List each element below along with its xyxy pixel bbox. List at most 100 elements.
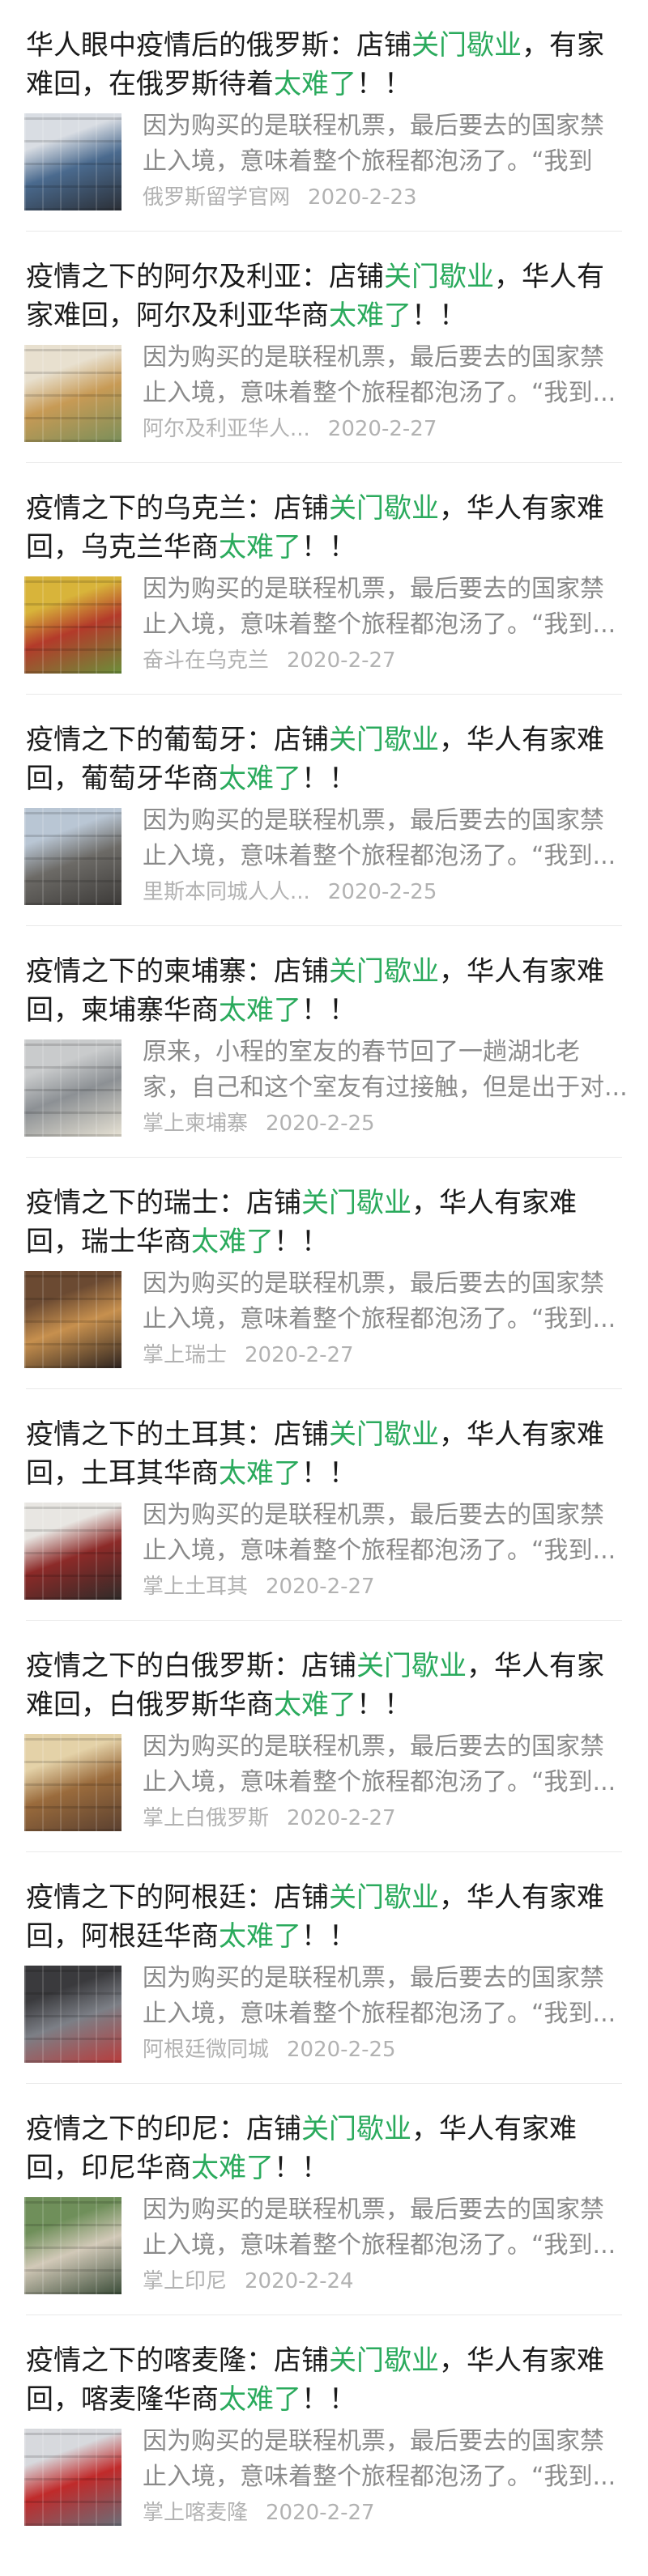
title-highlight: 关门歇业 [356,1650,467,1682]
thumbnail-image [24,808,122,905]
summary-line: 因为购买的是联程机票，最后要去的国家禁 [143,343,604,372]
title-text: ！！ [274,1226,329,1258]
article-meta: 阿尔及利亚华人... 2020-2-27 [143,413,437,445]
article-item[interactable]: 疫情之下的乌克兰：店铺关门歇业，华人有家难 回，乌克兰华商太难了！！ 因为购买的是联… [0,463,648,695]
article-meta: 里斯本同城人人... 2020-2-25 [143,876,437,908]
title-text: 回，印尼华商 [26,2152,191,2184]
article-source: 掌上印尼 [143,2269,228,2293]
thumbnail-image [24,1271,122,1368]
article-item[interactable]: 疫情之下的印尼：店铺关门歇业，华人有家难 回，印尼华商太难了！！ 因为购买的是联程机… [0,2084,648,2315]
summary-line: 止入境，意味着整个旅程都泡汤了。“我到... [143,842,616,870]
title-text: 回，瑞士华商 [26,1226,191,1258]
title-text: ，华人有 [494,261,604,293]
article-date: 2020-2-25 [327,880,437,904]
article-summary: 因为购买的是联程机票，最后要去的国家禁 止入境，意味着整个旅程都泡汤了。“我到..… [143,1498,637,1569]
summary-line: 因为购买的是联程机票，最后要去的国家禁 [143,2196,604,2224]
article-list: 华人眼中疫情后的俄罗斯：店铺关门歇业，有家 难回，在俄罗斯待着太难了！！ 因为购买的… [0,0,648,2547]
article-source: 掌上柬埔寨 [143,1112,249,1136]
article-item[interactable]: 疫情之下的葡萄牙：店铺关门歇业，华人有家难 回，葡萄牙华商太难了！！ 因为购买的是联… [0,695,648,926]
title-line: 疫情之下的葡萄牙：店铺关门歇业，华人有家难 [26,721,625,759]
article-item[interactable]: 疫情之下的阿尔及利亚：店铺关门歇业，华人有 家难回，阿尔及利亚华商太难了！！ 因为购… [0,232,648,463]
title-text: ，华人有家难 [439,955,604,988]
thumbnail-image [24,1039,122,1137]
title-text: ！！ [274,2152,329,2184]
title-text: 疫情之下的葡萄牙：店铺 [26,724,329,756]
article-summary: 因为购买的是联程机票，最后要去的国家禁 止入境，意味着整个旅程都泡汤了。“我到..… [143,1961,637,2032]
article-date: 2020-2-27 [266,2501,375,2525]
title-text: 回，阿根廷华商 [26,1920,219,1953]
article-title: 疫情之下的阿根廷：店铺关门歇业，华人有家难 回，阿根廷华商太难了！！ [26,1878,625,1956]
title-text: ，华人有家难 [439,492,604,525]
title-highlight: 太难了 [274,1689,356,1721]
title-line: 回，土耳其华商太难了！！ [26,1454,625,1493]
article-meta: 掌上白俄罗斯 2020-2-27 [143,1802,396,1834]
article-date: 2020-2-27 [266,1575,375,1599]
summary-line: 止入境，意味着整个旅程都泡汤了。“我到... [143,1537,616,1565]
thumbnail-image [24,113,122,210]
title-text: ，有家 [522,29,604,62]
title-line: 家难回，阿尔及利亚华商太难了！！ [26,296,625,335]
title-highlight: 关门歇业 [329,1881,439,1914]
article-summary: 因为购买的是联程机票，最后要去的国家禁 止入境，意味着整个旅程都泡汤了。“我到..… [143,2192,637,2264]
title-highlight: 太难了 [219,763,301,795]
article-source: 阿根廷微同城 [143,2038,270,2062]
thumbnail-image [24,1503,122,1600]
title-text: ，华人有家难 [411,1187,577,1219]
thumbnail-image [24,1734,122,1831]
article-summary: 因为购买的是联程机票，最后要去的国家禁 止入境，意味着整个旅程都泡汤了。“我到..… [143,1729,637,1800]
title-line: 疫情之下的阿尔及利亚：店铺关门歇业，华人有 [26,257,625,296]
title-highlight: 关门歇业 [329,1418,439,1451]
article-title: 疫情之下的印尼：店铺关门歇业，华人有家难 回，印尼华商太难了！！ [26,2110,625,2187]
article-meta: 掌上瑞士 2020-2-27 [143,1339,354,1371]
article-summary: 因为购买的是联程机票，最后要去的国家禁 止入境，意味着整个旅程都泡汤了。“我到..… [143,340,637,411]
title-text: 回，柬埔寨华商 [26,994,219,1027]
summary-line: 因为购买的是联程机票，最后要去的国家禁 [143,1964,604,1992]
title-highlight: 太难了 [191,1226,274,1258]
summary-line: 原来，小程的室友的春节回了一趟湖北老 [143,1038,580,1066]
title-line: 回，乌克兰华商太难了！！ [26,528,625,567]
title-highlight: 关门歇业 [411,29,522,62]
title-text: 回，土耳其华商 [26,1457,219,1490]
article-date: 2020-2-27 [287,648,396,673]
title-highlight: 太难了 [219,2383,301,2416]
article-title: 疫情之下的瑞士：店铺关门歇业，华人有家难回，瑞士华商太难了！！ [26,1184,625,1261]
article-item[interactable]: 疫情之下的阿根廷：店铺关门歇业，华人有家难 回，阿根廷华商太难了！！ 因为购买的是联… [0,1852,648,2084]
title-highlight: 关门歇业 [329,724,439,756]
title-highlight: 关门歇业 [384,261,494,293]
article-date: 2020-2-25 [266,1112,375,1136]
article-source: 掌上白俄罗斯 [143,1806,270,1830]
article-title: 疫情之下的土耳其：店铺关门歇业，华人有家难 回，土耳其华商太难了！！ [26,1415,625,1493]
title-text: 疫情之下的白俄罗斯：店铺 [26,1650,356,1682]
article-meta: 阿根廷微同城 2020-2-25 [143,2034,396,2066]
title-highlight: 关门歇业 [329,2344,439,2377]
title-text: ，华人有家难 [439,1418,604,1451]
article-item[interactable]: 华人眼中疫情后的俄罗斯：店铺关门歇业，有家 难回，在俄罗斯待着太难了！！ 因为购买的… [0,0,648,232]
article-item[interactable]: 疫情之下的土耳其：店铺关门歇业，华人有家难 回，土耳其华商太难了！！ 因为购买的是联… [0,1389,648,1621]
article-date: 2020-2-27 [327,417,437,441]
title-line: 华人眼中疫情后的俄罗斯：店铺关门歇业，有家 [26,26,625,65]
article-item[interactable]: 疫情之下的柬埔寨：店铺关门歇业，华人有家难 回，柬埔寨华商太难了！！ 原来，小程的室… [0,926,648,1158]
summary-line: 因为购买的是联程机票，最后要去的国家禁 [143,1501,604,1529]
title-line: 疫情之下的喀麦隆：店铺关门歇业，华人有家难 [26,2341,625,2380]
title-text: ！！ [301,531,356,563]
summary-line: 止入境，意味着整个旅程都泡汤了。“我到... [143,379,616,407]
article-item[interactable]: 疫情之下的白俄罗斯：店铺关门歇业，华人有家 难回，白俄罗斯华商太难了！！ 因为购买的… [0,1621,648,1852]
title-highlight: 太难了 [219,994,301,1027]
title-text: ！！ [356,1689,411,1721]
summary-line: 家，自己和这个室友有过接触，但是出于对... [143,1073,628,1102]
article-date: 2020-2-23 [308,185,417,210]
title-text: ！！ [301,1457,356,1490]
article-item[interactable]: 疫情之下的喀麦隆：店铺关门歇业，华人有家难 回，喀麦隆华商太难了！！ 因为购买的是联… [0,2315,648,2547]
title-line: 疫情之下的瑞士：店铺关门歇业，华人有家难 [26,1184,625,1222]
title-line: 回，阿根廷华商太难了！！ [26,1917,625,1956]
article-source: 掌上土耳其 [143,1575,249,1599]
article-item[interactable]: 疫情之下的瑞士：店铺关门歇业，华人有家难 回，瑞士华商太难了！！ 因为购买的是联程机… [0,1158,648,1389]
article-source: 阿尔及利亚华人... [143,417,310,441]
title-highlight: 太难了 [219,1457,301,1490]
title-line: 难回，在俄罗斯待着太难了！！ [26,65,625,104]
title-line: 回，葡萄牙华商太难了！！ [26,759,625,798]
title-highlight: 太难了 [329,300,411,332]
title-line: 疫情之下的印尼：店铺关门歇业，华人有家难 [26,2110,625,2149]
summary-line: 因为购买的是联程机票，最后要去的国家禁 [143,2427,604,2455]
article-source: 俄罗斯留学官网 [143,185,291,210]
